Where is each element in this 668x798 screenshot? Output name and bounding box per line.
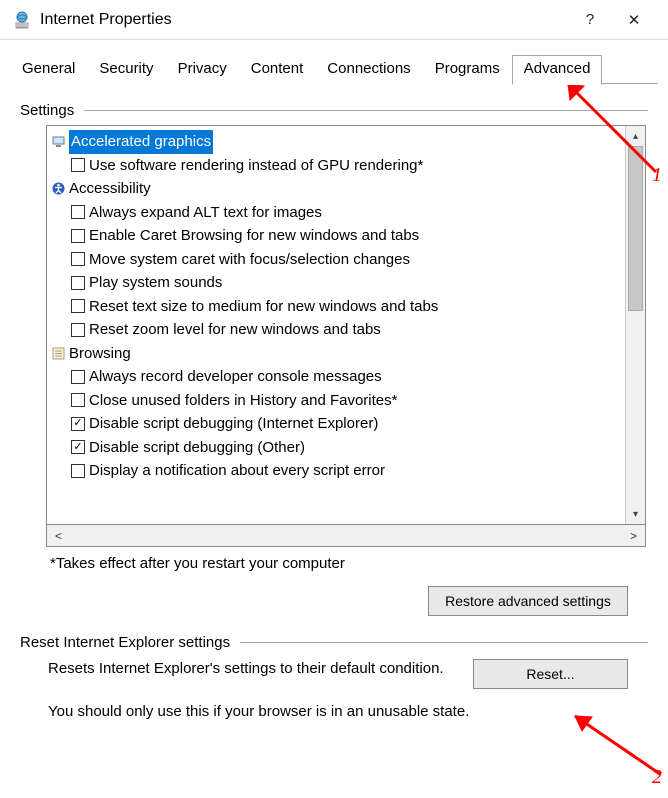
tab-content[interactable]: Content	[239, 55, 316, 85]
checkbox[interactable]: ✓	[71, 440, 85, 454]
tree-option-label: Play system sounds	[89, 271, 222, 295]
tree-option[interactable]: Reset text size to medium for new window…	[49, 295, 625, 319]
scroll-thumb[interactable]	[628, 146, 643, 311]
tab-strip: General Security Privacy Content Connect…	[10, 54, 658, 84]
settings-group-label: Settings	[20, 102, 74, 119]
window-title: Internet Properties	[40, 11, 568, 29]
restart-note: *Takes effect after you restart your com…	[50, 555, 648, 572]
checkbox[interactable]: ✓	[71, 417, 85, 431]
settings-tree: Accelerated graphicsUse software renderi…	[46, 125, 646, 525]
tree-option-label: Disable script debugging (Other)	[89, 436, 305, 460]
tree-option-label: Use software rendering instead of GPU re…	[89, 154, 423, 178]
reset-description: Resets Internet Explorer's settings to t…	[48, 659, 453, 679]
display-icon	[51, 135, 65, 149]
tree-option[interactable]: Always expand ALT text for images	[49, 201, 625, 225]
checkbox[interactable]	[71, 393, 85, 407]
reset-group-label: Reset Internet Explorer settings	[20, 634, 230, 651]
tree-option-label: Reset text size to medium for new window…	[89, 295, 438, 319]
checkbox[interactable]	[71, 276, 85, 290]
tab-advanced[interactable]: Advanced	[512, 55, 603, 85]
tree-option[interactable]: Display a notification about every scrip…	[49, 459, 625, 483]
tree-option[interactable]: Always record developer console messages	[49, 365, 625, 389]
accessibility-icon	[51, 182, 65, 196]
checkbox[interactable]	[71, 323, 85, 337]
tree-option-label: Always expand ALT text for images	[89, 201, 322, 225]
tree-option-label: Reset zoom level for new windows and tab…	[89, 318, 381, 342]
tree-option[interactable]: Play system sounds	[49, 271, 625, 295]
reset-warning: You should only use this if your browser…	[48, 703, 648, 720]
tree-category-label: Accessibility	[69, 177, 151, 201]
reset-button[interactable]: Reset...	[473, 659, 628, 689]
settings-tree-content[interactable]: Accelerated graphicsUse software renderi…	[47, 126, 625, 524]
checkbox[interactable]	[71, 370, 85, 384]
reset-group: Reset Internet Explorer settings Resets …	[20, 634, 648, 720]
tree-option[interactable]: Enable Caret Browsing for new windows an…	[49, 224, 625, 248]
checkbox[interactable]	[71, 299, 85, 313]
tree-option[interactable]: Move system caret with focus/selection c…	[49, 248, 625, 272]
tree-option[interactable]: Reset zoom level for new windows and tab…	[49, 318, 625, 342]
tab-connections[interactable]: Connections	[315, 55, 422, 85]
scroll-up-arrow[interactable]: ▴	[626, 126, 645, 146]
scroll-right-arrow[interactable]: >	[630, 529, 637, 543]
tree-category[interactable]: Accelerated graphics	[49, 130, 625, 154]
internet-options-icon	[12, 10, 32, 30]
close-button[interactable]: ✕	[612, 5, 656, 35]
scroll-down-arrow[interactable]: ▾	[626, 504, 645, 524]
title-bar: Internet Properties ? ✕	[0, 0, 668, 40]
tree-option-label: Move system caret with focus/selection c…	[89, 248, 410, 272]
checkbox[interactable]	[71, 205, 85, 219]
tree-option-label: Always record developer console messages	[89, 365, 382, 389]
checkbox[interactable]	[71, 252, 85, 266]
checkbox[interactable]	[71, 158, 85, 172]
tree-option-label: Enable Caret Browsing for new windows an…	[89, 224, 419, 248]
checkbox[interactable]	[71, 229, 85, 243]
vertical-scrollbar[interactable]: ▴ ▾	[625, 126, 645, 524]
tree-category[interactable]: Browsing	[49, 342, 625, 366]
annotation-label-1: 1	[652, 164, 662, 187]
help-button[interactable]: ?	[568, 5, 612, 35]
tab-security[interactable]: Security	[87, 55, 165, 85]
scroll-track[interactable]	[626, 146, 645, 504]
tree-category-label: Browsing	[69, 342, 131, 366]
tree-option-label: Display a notification about every scrip…	[89, 459, 385, 483]
group-divider	[240, 642, 648, 643]
browsing-icon	[51, 346, 65, 360]
tree-category-label: Accelerated graphics	[69, 130, 213, 154]
tree-option[interactable]: Close unused folders in History and Favo…	[49, 389, 625, 413]
tree-option[interactable]: ✓ Disable script debugging (Other)	[49, 436, 625, 460]
settings-group: Settings Accelerated graphicsUse softwar…	[20, 102, 648, 616]
tree-option[interactable]: Use software rendering instead of GPU re…	[49, 154, 625, 178]
group-divider	[84, 110, 648, 111]
checkbox[interactable]	[71, 464, 85, 478]
tree-category[interactable]: Accessibility	[49, 177, 625, 201]
restore-advanced-button[interactable]: Restore advanced settings	[428, 586, 628, 616]
scroll-left-arrow[interactable]: <	[55, 529, 62, 543]
annotation-label-2: 2	[652, 766, 662, 789]
tree-option-label: Disable script debugging (Internet Explo…	[89, 412, 378, 436]
horizontal-scrollbar[interactable]: < >	[46, 525, 646, 547]
tab-general[interactable]: General	[10, 55, 87, 85]
tab-privacy[interactable]: Privacy	[166, 55, 239, 85]
tree-option-label: Close unused folders in History and Favo…	[89, 389, 397, 413]
tree-option[interactable]: ✓ Disable script debugging (Internet Expl…	[49, 412, 625, 436]
tab-programs[interactable]: Programs	[423, 55, 512, 85]
